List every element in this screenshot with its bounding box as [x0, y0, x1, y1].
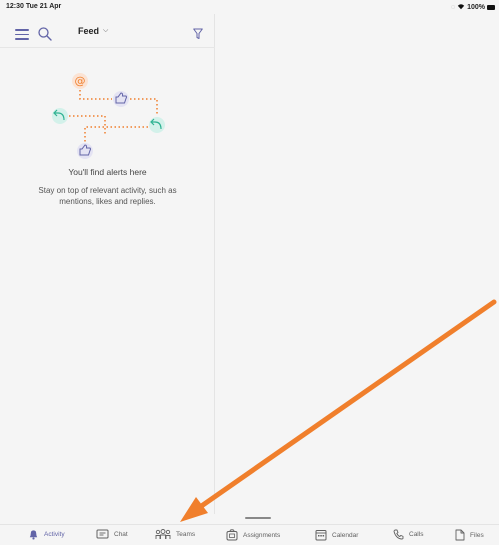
- assignments-icon: [226, 529, 238, 541]
- drag-handle[interactable]: [245, 517, 271, 519]
- alerts-illustration: @: [52, 73, 165, 159]
- empty-state-description: Stay on top of relevant activity, such a…: [38, 186, 177, 206]
- tab-teams[interactable]: Teams: [155, 529, 195, 540]
- feed-dropdown[interactable]: Feed ⌵: [78, 26, 108, 36]
- status-bar: 12:30 Tue 21 Apr ◌ 100%: [0, 0, 499, 14]
- calendar-icon: [315, 530, 327, 541]
- svg-text:@: @: [75, 75, 86, 88]
- empty-state-title: You'll find alerts here: [68, 167, 147, 177]
- chevron-down-icon: ⌵: [103, 27, 109, 34]
- hamburger-menu-icon[interactable]: [15, 29, 29, 40]
- tab-label: Calls: [409, 531, 424, 538]
- tab-activity[interactable]: Activity: [28, 529, 65, 540]
- wifi-icon: [457, 3, 465, 12]
- tab-chat[interactable]: Chat: [96, 529, 128, 540]
- status-clock: 12:30: [6, 3, 24, 10]
- tab-label: Chat: [114, 531, 128, 538]
- status-time: 12:30 Tue 21 Apr: [6, 3, 61, 10]
- reply-icon: [52, 108, 68, 124]
- chat-icon: [96, 529, 109, 539]
- bottom-tab-bar: Activity Chat Teams Assignments Calendar…: [0, 524, 499, 545]
- pane-header: Feed ⌵: [0, 14, 215, 48]
- tab-label: Teams: [176, 531, 196, 538]
- reply-icon: [149, 117, 165, 133]
- filter-icon[interactable]: [193, 27, 203, 39]
- like-icon: [113, 91, 129, 107]
- tab-calendar[interactable]: Calendar: [315, 529, 358, 541]
- battery-percent: 100%: [467, 4, 485, 11]
- tab-assignments[interactable]: Assignments: [226, 529, 280, 541]
- tab-calls[interactable]: Calls: [393, 529, 423, 540]
- orientation-lock-icon: ◌: [450, 4, 456, 11]
- teams-icon: [155, 529, 171, 539]
- battery-icon: [487, 5, 495, 10]
- status-indicators: ◌ 100%: [451, 3, 495, 12]
- search-icon[interactable]: [37, 26, 53, 42]
- tab-label: Files: [470, 531, 484, 539]
- file-icon: [455, 529, 465, 541]
- like-icon: [77, 143, 93, 159]
- status-date: Tue 21 Apr: [25, 3, 62, 10]
- tab-label: Assignments: [243, 531, 281, 539]
- bell-icon: [29, 530, 38, 540]
- activity-pane: Feed ⌵ @ You'll find alerts here Stay on…: [0, 14, 215, 514]
- mention-icon: @: [72, 73, 88, 89]
- tab-files[interactable]: Files: [455, 529, 484, 541]
- detail-pane: [216, 14, 499, 514]
- tab-label: Calendar: [332, 531, 359, 539]
- tab-label: Activity: [44, 531, 65, 538]
- feed-dropdown-label: Feed: [78, 26, 100, 36]
- phone-icon: [393, 529, 404, 540]
